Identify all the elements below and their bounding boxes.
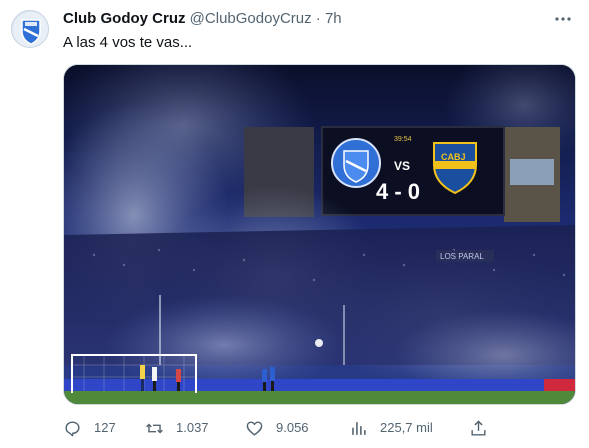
author-name[interactable]: Club Godoy Cruz bbox=[63, 10, 186, 27]
godoy-cruz-crest-icon bbox=[13, 12, 48, 47]
like-button[interactable]: 9.056 bbox=[245, 414, 309, 442]
tweet-text: A las 4 vos te vas... bbox=[63, 34, 193, 51]
share-icon bbox=[471, 419, 486, 436]
tweet[interactable]: Club Godoy Cruz @ClubGodoyCruz · 7h A la… bbox=[0, 0, 589, 448]
stadium-photo: 39:54 VS CABJ 4 - 0 LOS PARAL bbox=[64, 65, 575, 404]
scoreboard-score: 4 - 0 bbox=[376, 179, 420, 204]
home-crest-icon bbox=[331, 138, 381, 188]
analytics-icon bbox=[352, 421, 366, 435]
away-badge-text: CABJ bbox=[441, 152, 466, 162]
retweet-button[interactable]: 1.037 bbox=[145, 414, 209, 442]
more-horizontal-icon bbox=[555, 17, 571, 21]
reply-button[interactable]: 127 bbox=[63, 414, 116, 442]
views-button[interactable]: 225,7 mil bbox=[349, 414, 433, 442]
like-count: 9.056 bbox=[276, 420, 309, 435]
retweet-icon bbox=[146, 423, 163, 433]
view-count: 225,7 mil bbox=[380, 420, 433, 435]
reply-count: 127 bbox=[94, 420, 116, 435]
tweet-photo[interactable]: 39:54 VS CABJ 4 - 0 LOS PARAL bbox=[63, 64, 576, 405]
heart-icon bbox=[246, 420, 263, 436]
tweet-header: Club Godoy Cruz @ClubGodoyCruz · 7h bbox=[63, 9, 549, 29]
scoreboard-clock: 39:54 bbox=[394, 136, 412, 143]
separator-dot: · bbox=[315, 10, 321, 27]
share-button[interactable] bbox=[469, 414, 500, 442]
retweet-count: 1.037 bbox=[176, 420, 209, 435]
tweet-time[interactable]: 7h bbox=[325, 10, 342, 27]
more-options-button[interactable] bbox=[551, 8, 575, 30]
stand-banner-text: LOS PARAL bbox=[440, 252, 484, 261]
author-handle[interactable]: @ClubGodoyCruz bbox=[190, 10, 312, 27]
reply-icon bbox=[65, 420, 80, 436]
action-bar: 127 1.037 9.056 225,7 mil bbox=[57, 414, 577, 442]
avatar[interactable] bbox=[11, 10, 49, 48]
scoreboard-vs: VS bbox=[394, 159, 410, 173]
